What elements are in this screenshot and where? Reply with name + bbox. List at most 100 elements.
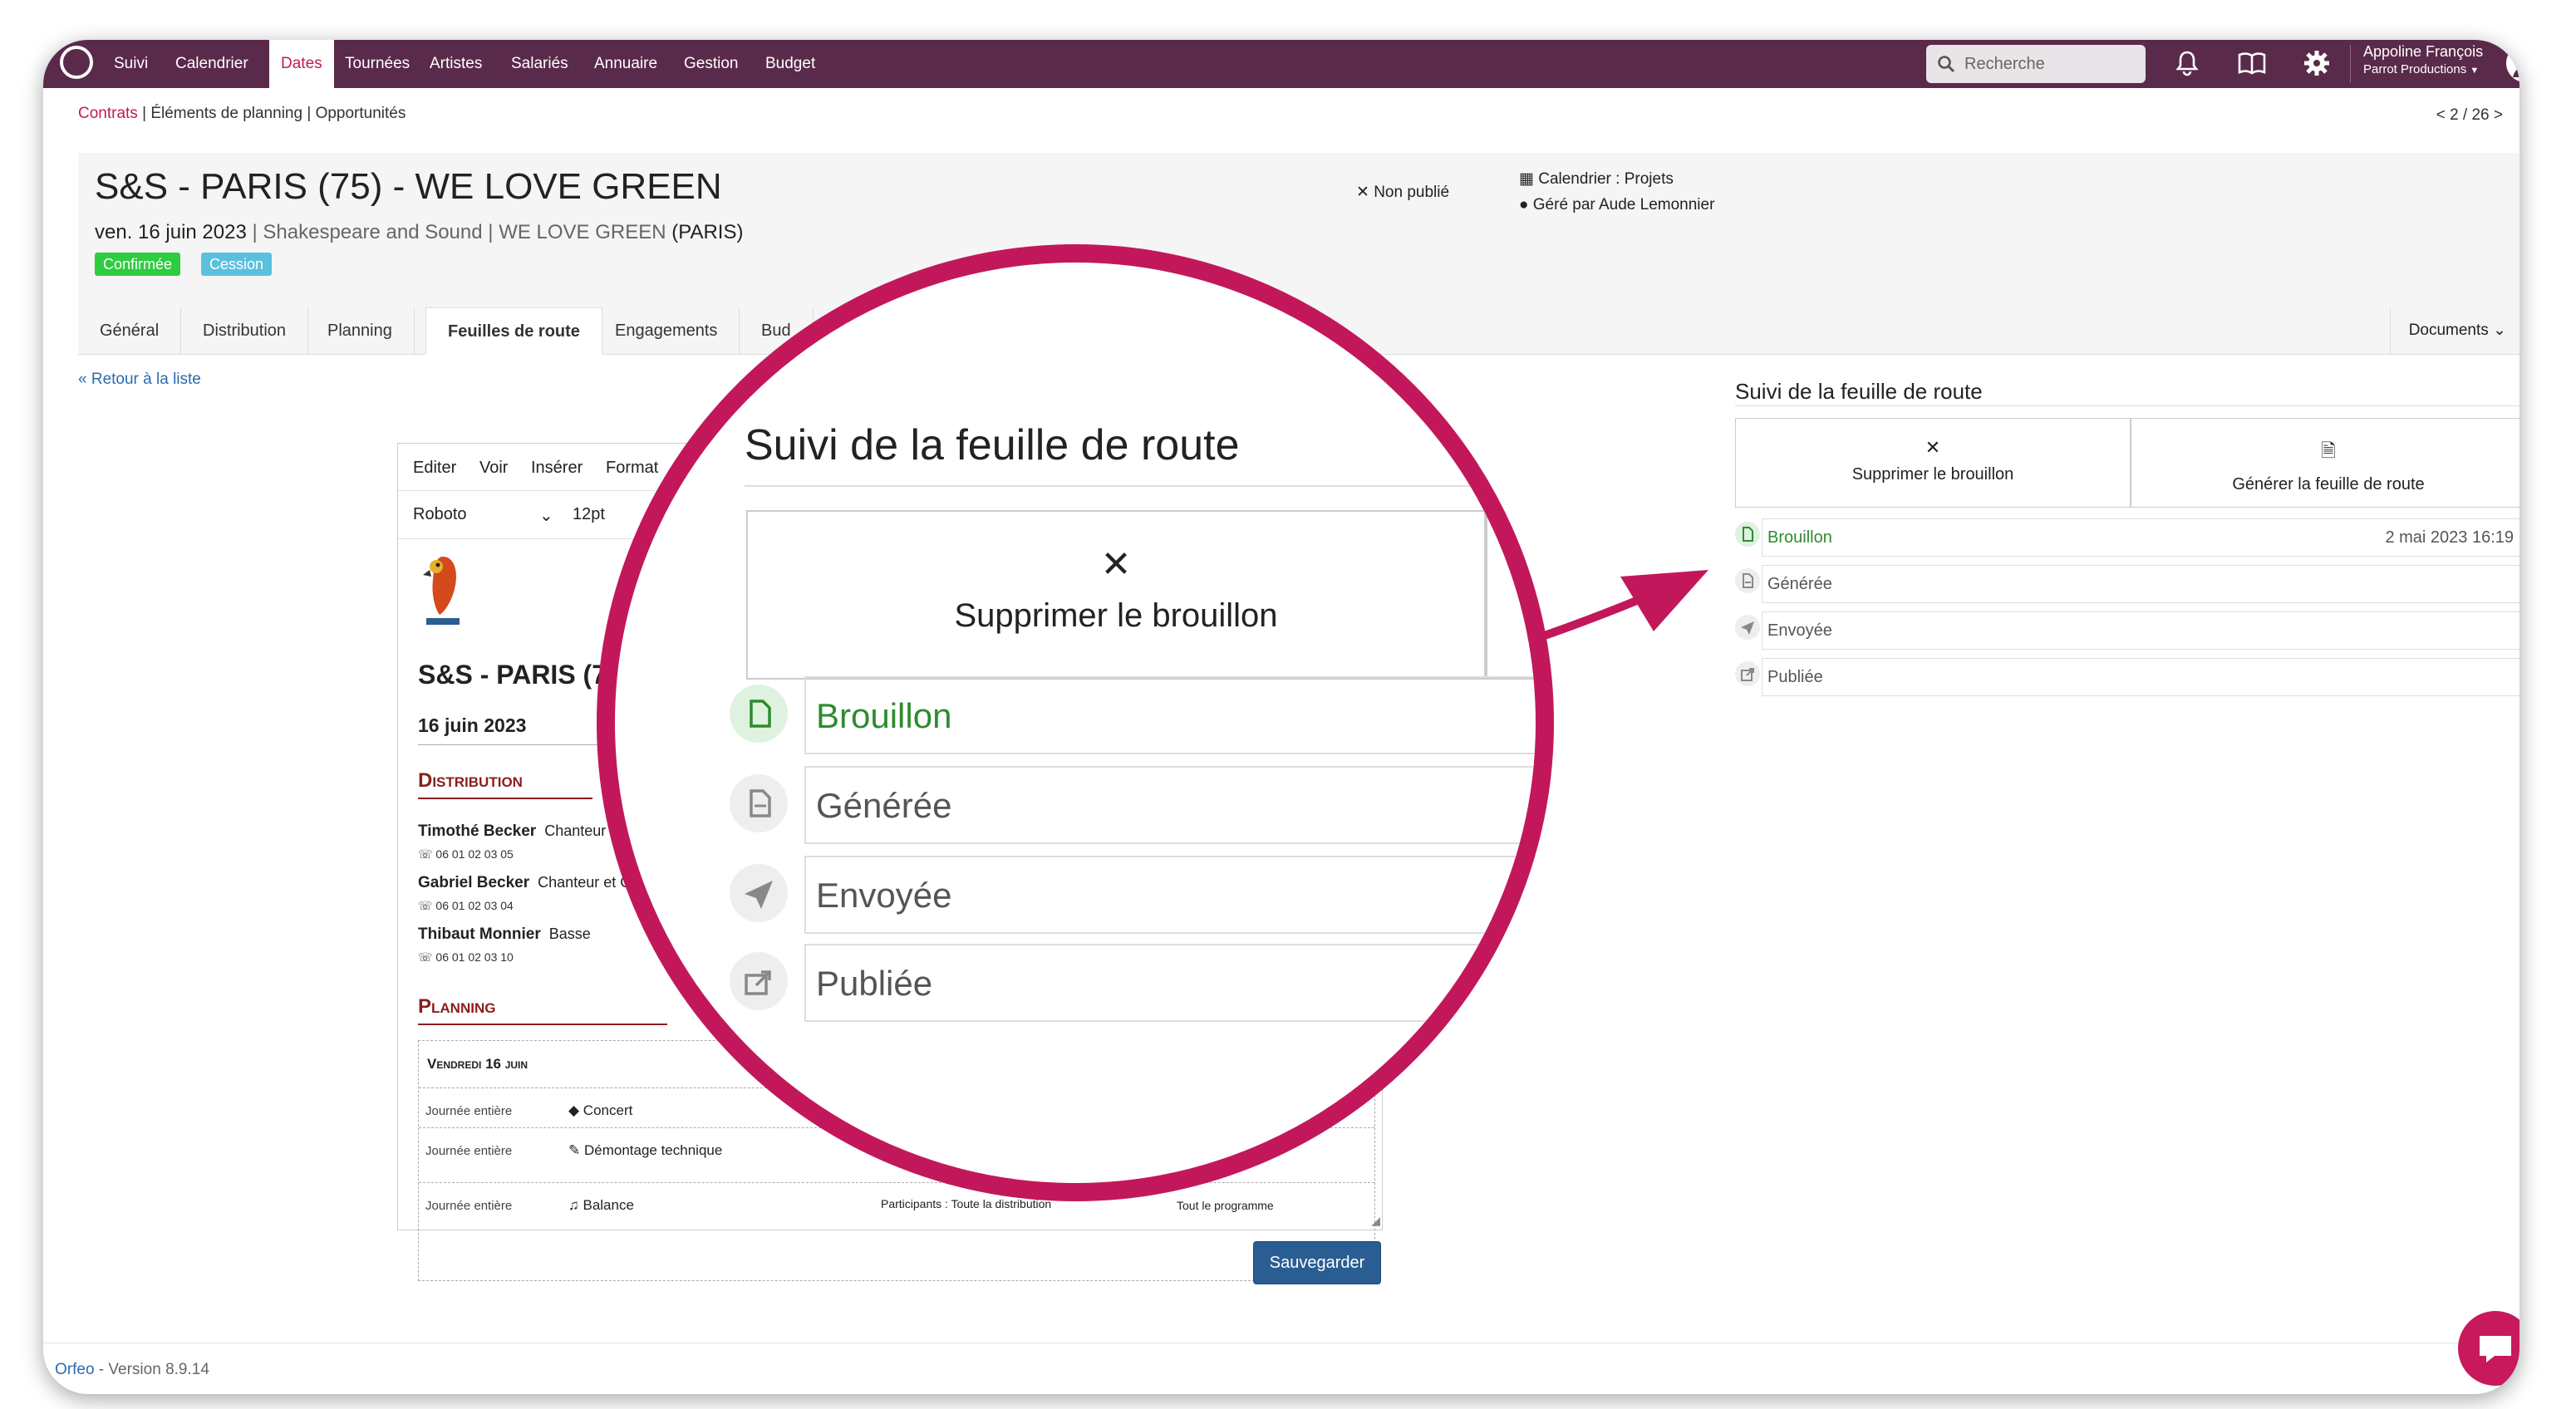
bell-icon[interactable] bbox=[2170, 47, 2204, 80]
divider bbox=[418, 798, 592, 799]
user-org-label: Parrot Productions bbox=[2363, 62, 2467, 76]
send-icon bbox=[730, 864, 788, 922]
lens-roadmap-title: Suivi de la feuille de route bbox=[745, 421, 1240, 469]
divider bbox=[745, 485, 1492, 487]
lens-status-generee: Générée bbox=[804, 766, 1536, 844]
nav-calendrier[interactable]: Calendrier bbox=[165, 40, 259, 88]
status-label: Brouillon bbox=[816, 696, 952, 735]
avatar[interactable] bbox=[2506, 44, 2519, 82]
person-row: Thibaut Monnier Basse bbox=[418, 925, 591, 944]
person-phone: ☏ 06 01 02 03 10 bbox=[418, 950, 514, 964]
person-role: Chanteur bbox=[544, 822, 607, 839]
status-label: Publiée bbox=[1767, 668, 1823, 686]
tab-distribution[interactable]: Distribution bbox=[181, 307, 309, 354]
publish-status[interactable]: ✕ Non publié bbox=[1356, 183, 1449, 202]
nav-budget[interactable]: Budget bbox=[755, 40, 826, 88]
crumb-opportunites[interactable]: Opportunités bbox=[316, 105, 406, 122]
footer-brand[interactable]: Orfeo bbox=[55, 1361, 95, 1378]
share-icon bbox=[1735, 661, 1760, 686]
phone-number: 06 01 02 03 04 bbox=[435, 899, 514, 912]
crumb-planning[interactable]: Éléments de planning bbox=[150, 105, 302, 122]
delete-draft-button[interactable]: ✕ Supprimer le brouillon bbox=[1735, 418, 2131, 508]
lens-status-brouillon: Brouillon bbox=[804, 676, 1536, 754]
nav-artistes[interactable]: Artistes bbox=[419, 40, 493, 88]
sep: | bbox=[246, 221, 263, 243]
menu-inserer[interactable]: Insérer bbox=[531, 459, 583, 478]
event-venue[interactable]: WE LOVE GREEN bbox=[499, 221, 666, 243]
gear-icon[interactable] bbox=[2300, 47, 2333, 80]
generate-roadmap-button[interactable]: 🗎 Générer la feuille de route bbox=[2131, 418, 2519, 508]
manager-label: Géré par Aude Lemonnier bbox=[1532, 196, 1715, 214]
font-select[interactable]: Roboto bbox=[413, 505, 467, 524]
row-when: Journée entière bbox=[425, 1199, 513, 1213]
font-size-select[interactable]: 12pt bbox=[573, 505, 605, 524]
lens-delete-label: Supprimer le brouillon bbox=[954, 597, 1278, 634]
parrot-logo-icon bbox=[423, 557, 460, 625]
tab-general[interactable]: Général bbox=[78, 307, 182, 354]
page-title: S&S - PARIS (75) - WE LOVE GREEN bbox=[95, 166, 722, 207]
file-icon bbox=[730, 685, 788, 743]
pdf-file-icon: 🗎 bbox=[2321, 440, 2336, 461]
user-icon bbox=[2513, 55, 2519, 77]
nav-gestion[interactable]: Gestion bbox=[673, 40, 749, 88]
nav-tournees[interactable]: Tournées bbox=[334, 40, 420, 88]
footer-version: - Version 8.9.14 bbox=[94, 1361, 209, 1378]
status-label: Envoyée bbox=[1767, 621, 1832, 640]
person-row: Timothé Becker Chanteur bbox=[418, 822, 606, 841]
nav-annuaire[interactable]: Annuaire bbox=[583, 40, 668, 88]
pager[interactable]: < 2 / 26 > bbox=[2436, 106, 2503, 125]
person-icon: ● bbox=[1519, 196, 1529, 214]
doc-title: S&S - PARIS (7 bbox=[418, 660, 607, 690]
top-nav: Suivi Calendrier Dates Tournées Artistes… bbox=[43, 40, 2519, 88]
chat-button[interactable] bbox=[2458, 1311, 2519, 1386]
nav-dates[interactable]: Dates bbox=[269, 40, 334, 88]
person-role: Basse bbox=[548, 925, 591, 942]
nav-suivi[interactable]: Suivi bbox=[103, 40, 159, 88]
roadmap-title: Suivi de la feuille de route bbox=[1735, 379, 1983, 404]
tab-planning[interactable]: Planning bbox=[306, 307, 415, 354]
documents-dropdown[interactable]: Documents ⌄ bbox=[2389, 307, 2519, 354]
event-date: ven. 16 juin 2023 bbox=[95, 221, 247, 243]
calendar-icon: ▦ bbox=[1519, 170, 1534, 188]
nav-salaries[interactable]: Salariés bbox=[500, 40, 579, 88]
row-when: Journée entière bbox=[425, 1104, 513, 1118]
status-envoyee: Envoyée bbox=[1762, 611, 2519, 650]
row-what-label: Balance bbox=[583, 1197, 634, 1213]
send-icon bbox=[1735, 615, 1760, 640]
close-icon: ✕ bbox=[1100, 544, 1132, 585]
back-link[interactable]: « Retour à la liste bbox=[78, 371, 201, 389]
sep: | bbox=[482, 221, 499, 243]
event-subtitle: ven. 16 juin 2023 | Shakespeare and Soun… bbox=[95, 221, 743, 244]
footer: Orfeo - Version 8.9.14 bbox=[55, 1361, 209, 1379]
calendar-label: Calendrier : Projets bbox=[1538, 170, 1674, 188]
status-label: Générée bbox=[1767, 575, 1832, 593]
chevron-down-icon[interactable]: ⌄ bbox=[539, 505, 553, 526]
user-name[interactable]: Appoline François bbox=[2363, 43, 2483, 61]
book-icon[interactable] bbox=[2235, 47, 2269, 80]
search-box[interactable]: Recherche bbox=[1926, 45, 2146, 83]
user-org[interactable]: Parrot Productions ▼ bbox=[2363, 62, 2479, 76]
calendar-info: ▦ Calendrier : Projets bbox=[1519, 169, 1674, 189]
crumb-contrats[interactable]: Contrats bbox=[78, 105, 138, 122]
person-name: Gabriel Becker bbox=[418, 874, 530, 891]
share-icon bbox=[730, 952, 788, 1010]
menu-editer[interactable]: Editer bbox=[413, 459, 456, 478]
lens-delete-draft-button: ✕ Supprimer le brouillon bbox=[746, 510, 1486, 680]
status-label: Brouillon bbox=[1767, 528, 1832, 547]
status-label: Générée bbox=[816, 786, 952, 825]
save-button[interactable]: Sauvegarder bbox=[1253, 1241, 1381, 1284]
phone-number: 06 01 02 03 05 bbox=[435, 847, 514, 861]
app-logo[interactable] bbox=[60, 46, 93, 79]
search-icon bbox=[1938, 56, 1955, 73]
resize-handle-icon[interactable]: ◢ bbox=[1371, 1214, 1380, 1228]
row-what: ♫ Balance bbox=[568, 1197, 634, 1213]
menu-voir[interactable]: Voir bbox=[479, 459, 508, 478]
status-date: 2 mai 2023 16:19 bbox=[2385, 528, 2514, 547]
delete-draft-label: Supprimer le brouillon bbox=[1851, 465, 2014, 484]
manager-info: ● Géré par Aude Lemonnier bbox=[1519, 196, 1714, 214]
magnifier-lens: Suivi de la feuille de route ✕ Supprimer… bbox=[597, 244, 1554, 1201]
tab-feuilles-de-route[interactable]: Feuilles de route bbox=[425, 307, 602, 355]
person-name: Thibaut Monnier bbox=[418, 925, 541, 943]
event-company[interactable]: Shakespeare and Sound bbox=[263, 221, 482, 243]
chat-icon bbox=[2480, 1336, 2511, 1362]
